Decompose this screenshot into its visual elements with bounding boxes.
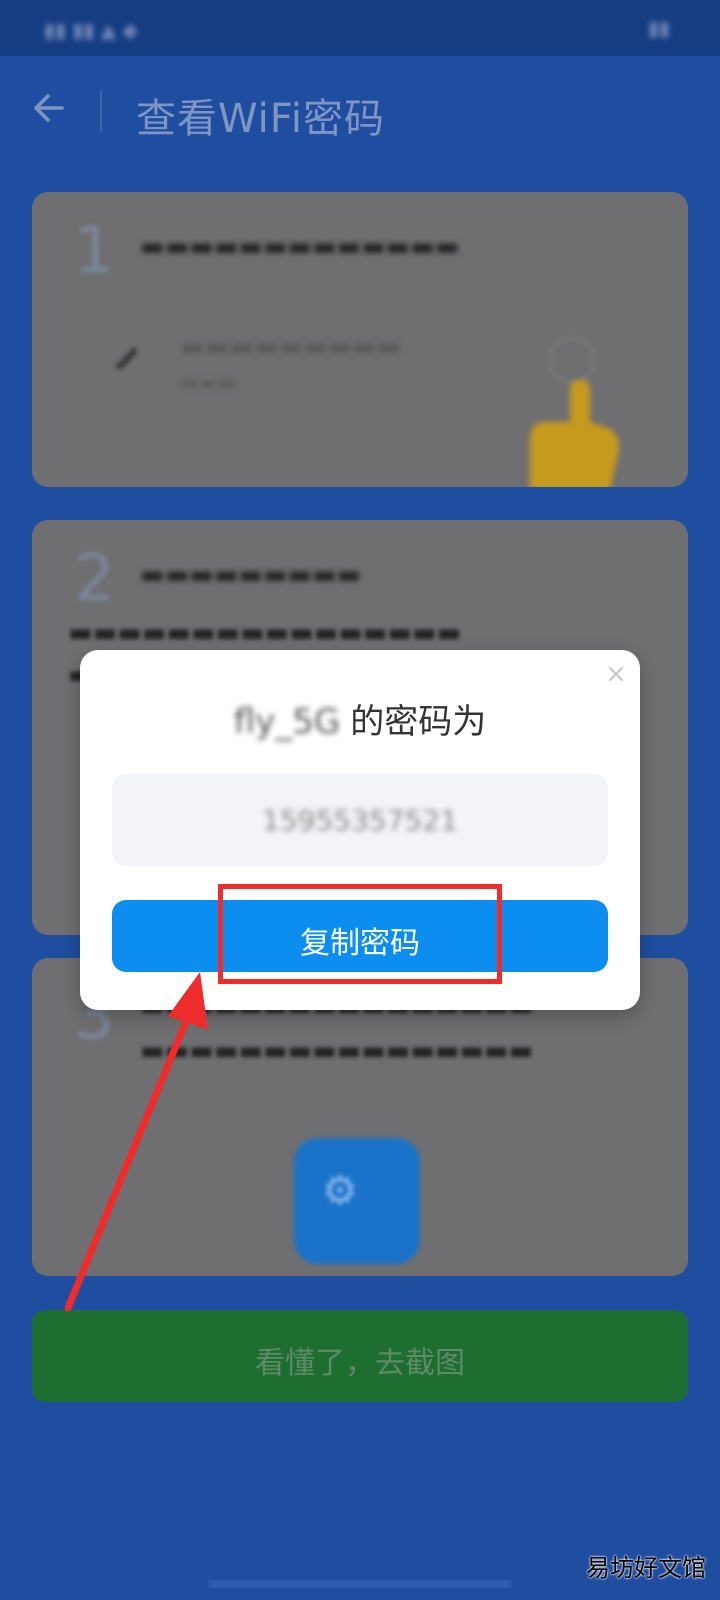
- app-header: 查看WiFi密码: [0, 56, 720, 166]
- step-text-blurred: ▬▬▬▬▬▬▬▬▬▬▬▬▬▬▬▬: [140, 1036, 534, 1066]
- status-icons-left: ▮▮ ▮▮ ▲ ◆: [44, 18, 138, 42]
- wifi-name-blurred: ▬▬▬▬▬▬▬▬▬: [180, 332, 402, 362]
- header-divider: [100, 90, 102, 132]
- status-bar: ▮▮ ▮▮ ▲ ◆ ▮▮: [0, 0, 720, 56]
- watermark-text: 易坊好文馆: [586, 1554, 706, 1582]
- step-number-icon: 1: [74, 214, 115, 288]
- password-value: 15955357521: [262, 804, 458, 837]
- app-icon: ⚙: [294, 1138, 420, 1264]
- close-icon[interactable]: [604, 662, 628, 686]
- go-screenshot-button[interactable]: 看懂了，去截图: [32, 1310, 688, 1402]
- password-field: 15955357521: [112, 774, 608, 866]
- step-card-1: 1 ▬▬▬▬▬▬▬▬▬▬▬▬▬ ▬▬▬▬▬▬▬▬▬ ▬▬▬: [32, 192, 688, 487]
- step-title-blurred: ▬▬▬▬▬▬▬▬▬▬▬▬▬: [140, 232, 460, 262]
- step-title-blurred: ▬▬▬▬▬▬▬▬▬: [140, 560, 362, 590]
- highlight-annotation-box: [218, 884, 502, 984]
- status-icons-right: ▮▮: [647, 16, 670, 40]
- pointing-hand-icon: [530, 380, 619, 487]
- info-circle-icon: [548, 336, 596, 384]
- dialog-title-suffix: 的密码为: [350, 702, 487, 742]
- wifi-ssid: fly_5G: [233, 702, 341, 742]
- dialog-title: fly_5G 的密码为: [80, 694, 640, 743]
- app-glyph-icon: ⚙: [322, 1168, 358, 1214]
- gesture-nav-bar[interactable]: [208, 1580, 512, 1588]
- go-screenshot-button-label: 看懂了，去截图: [255, 1346, 465, 1381]
- wifi-icon: [114, 346, 138, 370]
- page-title: 查看WiFi密码: [136, 96, 385, 142]
- wifi-status-blurred: ▬▬▬: [180, 370, 237, 394]
- back-arrow-icon[interactable]: [28, 86, 72, 130]
- step-text-blurred: ▬▬▬▬▬▬▬▬▬▬▬▬▬▬▬▬: [68, 618, 462, 648]
- step-number-icon: 2: [74, 542, 115, 616]
